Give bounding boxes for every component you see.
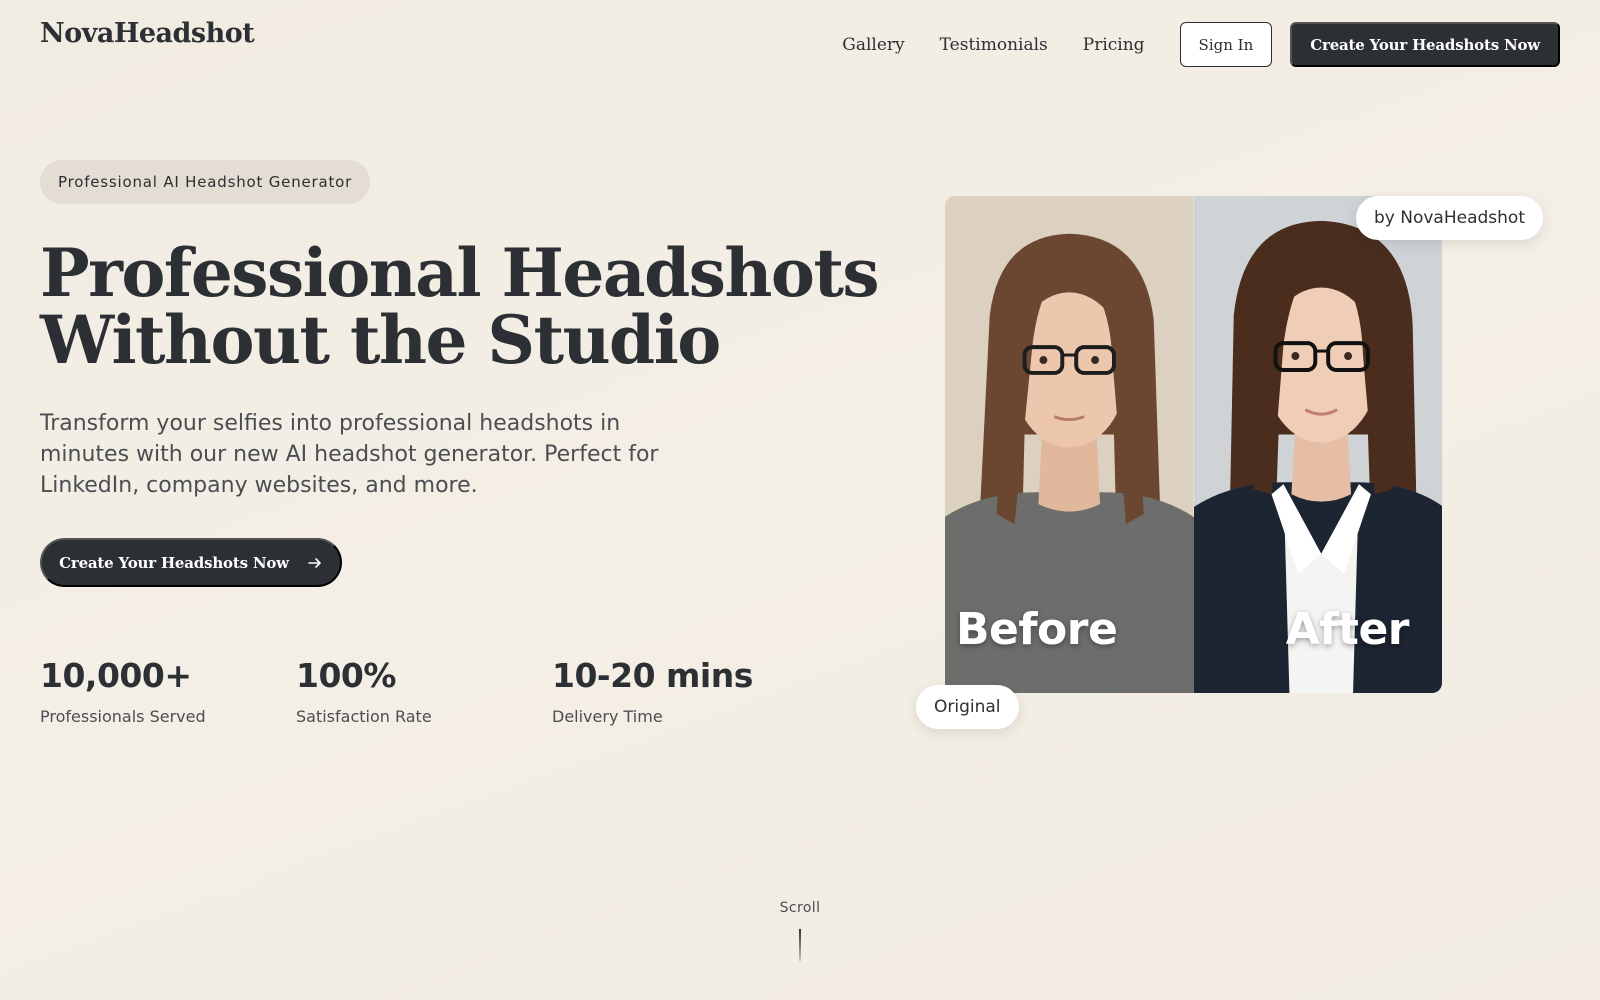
nav-testimonials[interactable]: Testimonials — [940, 35, 1048, 55]
hero-cta-label: Create Your Headshots Now — [59, 553, 289, 572]
stat-label: Satisfaction Rate — [296, 707, 432, 726]
hero-subtext: Transform your selfies into professional… — [40, 411, 659, 498]
stat-value: 10,000+ — [40, 656, 192, 695]
by-novaheadshot-badge: by NovaHeadshot — [1356, 196, 1543, 240]
stat-value: 100% — [296, 656, 396, 695]
nav-gallery[interactable]: Gallery — [842, 35, 904, 55]
hero-headline: Professional Headshots Without the Studi… — [40, 234, 880, 379]
original-badge: Original — [916, 685, 1019, 729]
before-label: Before — [956, 604, 1118, 655]
nav-pricing[interactable]: Pricing — [1083, 35, 1145, 55]
stat-label: Professionals Served — [40, 707, 206, 726]
stat-value: 10-20 mins — [552, 656, 753, 695]
hero-tag-pill: Professional AI Headshot Generator — [40, 160, 371, 204]
logo[interactable]: NovaHeadshot — [40, 18, 255, 49]
headline-line-2: Without the Studio — [40, 301, 721, 379]
after-label: After — [1285, 604, 1410, 655]
scroll-indicator-label[interactable]: Scroll — [0, 900, 1600, 916]
hero-cta-button[interactable]: Create Your Headshots Now — [40, 538, 342, 587]
before-after-image: Before After — [945, 196, 1442, 693]
after-photo: After — [1193, 196, 1442, 693]
top-nav: Gallery Testimonials Pricing Sign In Cre… — [842, 22, 1560, 67]
headline-line-1: Professional Headshots — [40, 234, 880, 312]
stat-satisfaction: 100% Satisfaction Rate — [296, 656, 552, 726]
header-cta-button[interactable]: Create Your Headshots Now — [1290, 22, 1560, 67]
stats-row: 10,000+ Professionals Served 100% Satisf… — [40, 656, 808, 726]
sign-in-button[interactable]: Sign In — [1179, 22, 1273, 67]
stat-delivery: 10-20 mins Delivery Time — [552, 656, 808, 726]
arrow-right-icon — [308, 557, 321, 568]
scroll-indicator-line — [799, 929, 801, 961]
stat-professionals: 10,000+ Professionals Served — [40, 656, 296, 726]
stat-label: Delivery Time — [552, 707, 663, 726]
before-photo: Before — [945, 196, 1194, 693]
